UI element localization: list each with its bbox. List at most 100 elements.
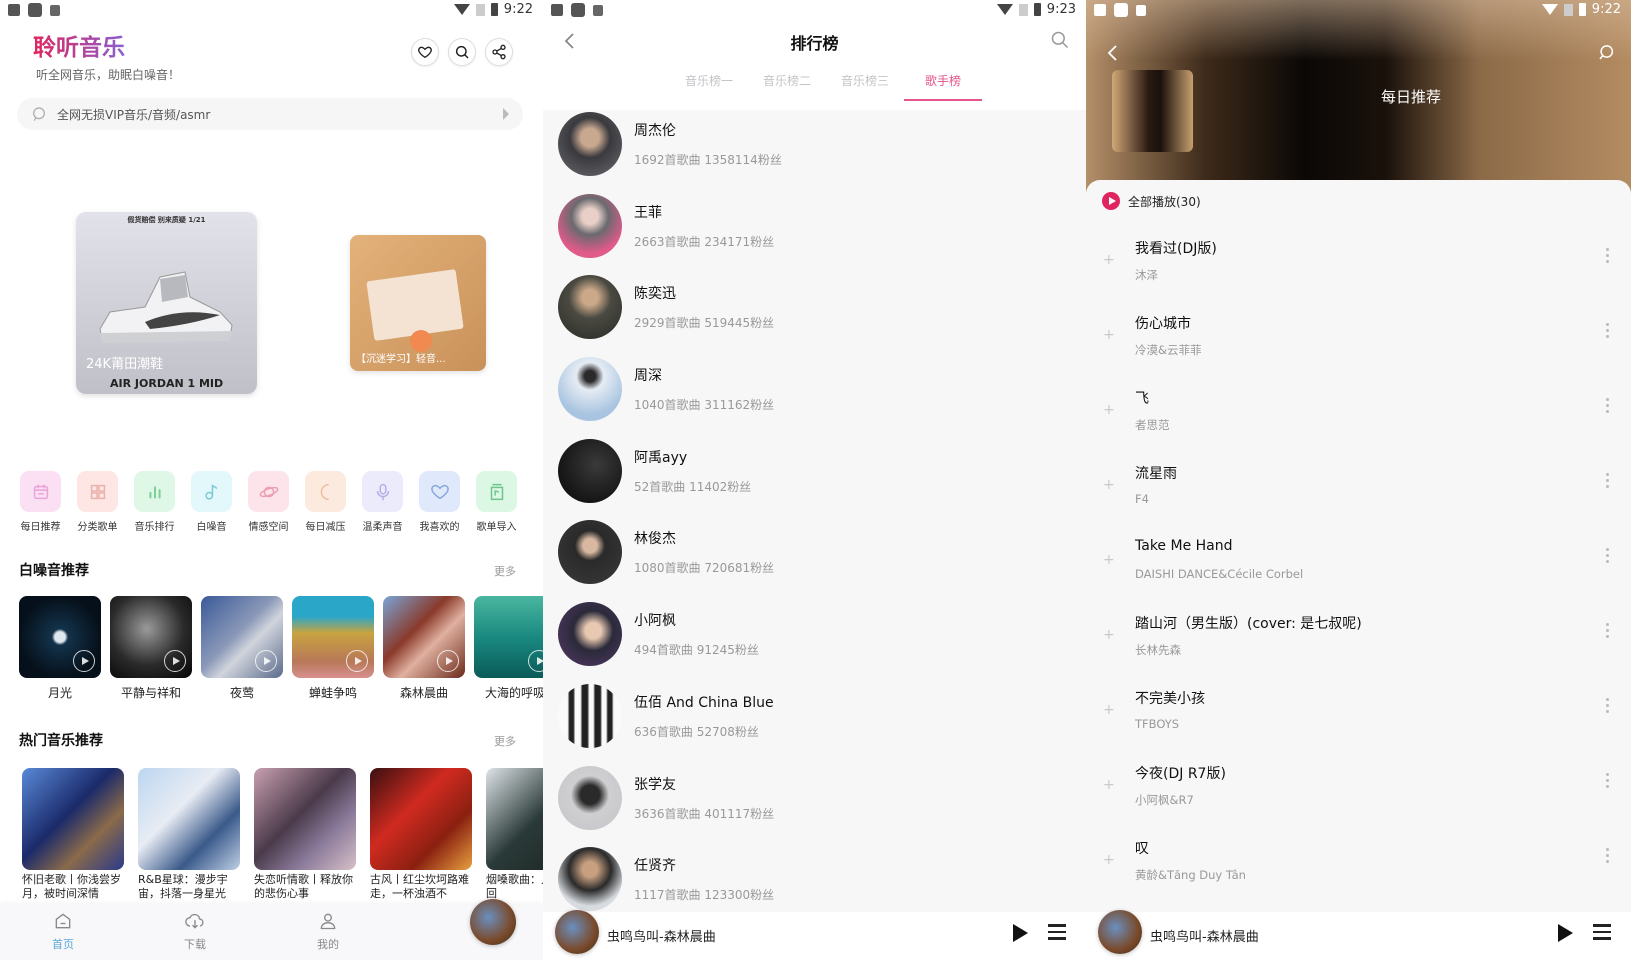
song-row[interactable]: + 今夜(DJ R7版) 小阿枫&R7 xyxy=(1086,755,1631,830)
artist-avatar xyxy=(558,275,622,340)
play-icon[interactable] xyxy=(1013,924,1028,942)
play-circle-icon[interactable] xyxy=(346,650,368,672)
now-playing-disc[interactable] xyxy=(470,899,516,945)
more-vertical-icon[interactable] xyxy=(1606,773,1609,791)
song-row[interactable]: + 飞者思范 xyxy=(1086,380,1631,455)
more-vertical-icon[interactable] xyxy=(1606,848,1609,866)
artist-row[interactable]: 陈奕迅 2929首歌曲 519445粉丝 xyxy=(543,273,1086,355)
shortcut-item[interactable]: 音乐排行 xyxy=(134,471,175,533)
play-circle-icon[interactable] xyxy=(73,650,95,672)
comment-icon[interactable] xyxy=(1597,44,1615,62)
white-noise-card[interactable]: 平静与祥和 xyxy=(110,596,192,701)
more-vertical-icon[interactable] xyxy=(1606,548,1609,566)
now-playing-disc[interactable] xyxy=(1098,910,1142,954)
banner-card[interactable]: 【沉迷学习】轻音... xyxy=(350,235,486,371)
playlist-card[interactable]: R&B星球：漫步宇宙，抖落一身星光 xyxy=(138,768,240,901)
now-playing-title[interactable]: 虫鸣鸟叫-森林晨曲 xyxy=(607,926,716,945)
signal-icon xyxy=(475,3,485,16)
shortcut-item[interactable]: 情感空间 xyxy=(248,471,289,533)
add-icon[interactable]: + xyxy=(1103,327,1115,343)
playlist-icon[interactable] xyxy=(1593,924,1611,940)
microphone-icon xyxy=(376,483,389,500)
play-circle-icon[interactable] xyxy=(255,650,277,672)
now-playing-title[interactable]: 虫鸣鸟叫-森林晨曲 xyxy=(1150,926,1259,945)
song-row[interactable]: + 我看过(DJ版) 沐泽 xyxy=(1086,230,1631,305)
tab-download[interactable]: 下载 xyxy=(165,911,225,952)
hot-music-more-link[interactable]: 更多 xyxy=(494,733,516,749)
search-input[interactable]: 全网无损VIP音乐/音频/asmr xyxy=(17,98,523,130)
add-icon[interactable]: + xyxy=(1103,852,1115,868)
playlist-icon[interactable] xyxy=(1048,924,1066,940)
add-icon[interactable]: + xyxy=(1103,552,1115,568)
favorites-button[interactable] xyxy=(411,38,439,66)
more-vertical-icon[interactable] xyxy=(1606,248,1609,266)
chart-tab[interactable]: 音乐榜三 xyxy=(826,72,904,101)
song-row[interactable]: + 流星雨 F4 xyxy=(1086,455,1631,530)
banner-card[interactable]: 假货赔偿 别来质疑 1/21 24K莆田潮鞋 AIR JORDAN 1 MID xyxy=(76,212,257,394)
chart-tab[interactable]: 音乐榜二 xyxy=(748,72,826,101)
white-noise-card[interactable]: 夜莺 xyxy=(201,596,283,701)
playlist-title: 失恋听情歌丨释放你的悲伤心事 xyxy=(254,873,353,900)
artist-row[interactable]: 林俊杰 1080首歌曲 720681粉丝 xyxy=(543,518,1086,600)
shortcut-item[interactable]: 我喜欢的 xyxy=(419,471,460,533)
artist-row[interactable]: 周深 1040首歌曲 311162粉丝 xyxy=(543,355,1086,437)
white-noise-label: 大海的呼吸 xyxy=(484,686,543,700)
song-row[interactable]: + Take Me Hand DAISHI DANCE&Cécile Corbel xyxy=(1086,530,1631,605)
white-noise-card[interactable]: 大海的呼吸 xyxy=(474,596,543,701)
add-icon[interactable]: + xyxy=(1103,402,1115,418)
song-row[interactable]: + 踏山河（男生版）(cover: 是七叔呢) 长林先森 xyxy=(1086,605,1631,680)
shortcut-item[interactable]: 白噪音 xyxy=(191,471,232,533)
play-circle-icon[interactable] xyxy=(164,650,186,672)
song-row[interactable]: + 不完美小孩 TFBOYS xyxy=(1086,680,1631,755)
song-row[interactable]: + 叹黄龄&Tăng Duy Tân xyxy=(1086,830,1631,905)
artist-row[interactable]: 张学友 3636首歌曲 401117粉丝 xyxy=(543,764,1086,846)
notification-icon xyxy=(571,3,585,17)
artist-name: 任贤齐 xyxy=(634,858,676,875)
artist-row[interactable]: 阿禹ayy 52首歌曲 11402粉丝 xyxy=(543,437,1086,519)
share-button[interactable] xyxy=(485,38,513,66)
shortcut-item[interactable]: 温柔声音 xyxy=(362,471,403,533)
playlist-card[interactable]: 古风丨红尘坎坷路难走，一杯浊酒不 xyxy=(370,768,472,901)
playlist-card[interactable]: 怀旧老歌丨你浅尝岁月，被时间深情 xyxy=(22,768,124,901)
white-noise-card[interactable]: 月光 xyxy=(19,596,101,701)
artist-row[interactable]: 王菲 2663首歌曲 234171粉丝 xyxy=(543,192,1086,274)
shortcut-item[interactable]: 分类歌单 xyxy=(77,471,118,533)
shortcut-item[interactable]: 歌单导入 xyxy=(476,471,517,533)
play-circle-icon[interactable] xyxy=(437,650,459,672)
artist-row[interactable]: 小阿枫 494首歌曲 91245粉丝 xyxy=(543,600,1086,682)
playlist-card[interactable]: 失恋听情歌丨释放你的悲伤心事 xyxy=(254,768,356,901)
play-circle-icon[interactable] xyxy=(528,650,543,672)
more-vertical-icon[interactable] xyxy=(1606,623,1609,641)
play-all-button[interactable]: 全部播放(30) xyxy=(1102,192,1201,210)
add-icon[interactable]: + xyxy=(1103,477,1115,493)
search-button[interactable] xyxy=(448,38,476,66)
back-icon[interactable] xyxy=(1106,44,1120,62)
shortcut-item[interactable]: 每日减压 xyxy=(305,471,346,533)
song-row[interactable]: + 伤心城市 冷漠&云菲菲 xyxy=(1086,305,1631,380)
more-vertical-icon[interactable] xyxy=(1606,323,1609,341)
add-icon[interactable]: + xyxy=(1103,252,1115,268)
more-vertical-icon[interactable] xyxy=(1606,698,1609,716)
more-vertical-icon[interactable] xyxy=(1606,473,1609,491)
artist-row[interactable]: 周杰伦 1692首歌曲 1358114粉丝 xyxy=(543,110,1086,192)
add-icon[interactable]: + xyxy=(1103,627,1115,643)
white-noise-more-link[interactable]: 更多 xyxy=(494,563,516,579)
more-vertical-icon[interactable] xyxy=(1606,398,1609,416)
search-icon[interactable] xyxy=(1050,30,1070,50)
artist-row[interactable]: 伍佰 And China Blue 636首歌曲 52708粉丝 xyxy=(543,682,1086,764)
artist-song-count: 1040首歌曲 xyxy=(634,398,701,413)
now-playing-disc[interactable] xyxy=(555,910,599,954)
playlist-card[interactable]: 烟嗓歌曲：人总是晚回 xyxy=(486,768,543,901)
shortcut-item[interactable]: 每日推荐 xyxy=(20,471,61,533)
add-icon[interactable]: + xyxy=(1103,702,1115,718)
white-noise-card[interactable]: 森林晨曲 xyxy=(383,596,465,701)
tab-mine[interactable]: 我的 xyxy=(298,911,358,952)
battery-icon xyxy=(1578,3,1586,16)
search-icon xyxy=(455,45,469,59)
chart-tab[interactable]: 音乐榜一 xyxy=(670,72,748,101)
white-noise-card[interactable]: 蝉蛙争鸣 xyxy=(292,596,374,701)
play-icon[interactable] xyxy=(1558,924,1573,942)
chart-tab[interactable]: 歌手榜 xyxy=(904,72,982,101)
add-icon[interactable]: + xyxy=(1103,777,1115,793)
tab-home[interactable]: 首页 xyxy=(33,911,93,952)
